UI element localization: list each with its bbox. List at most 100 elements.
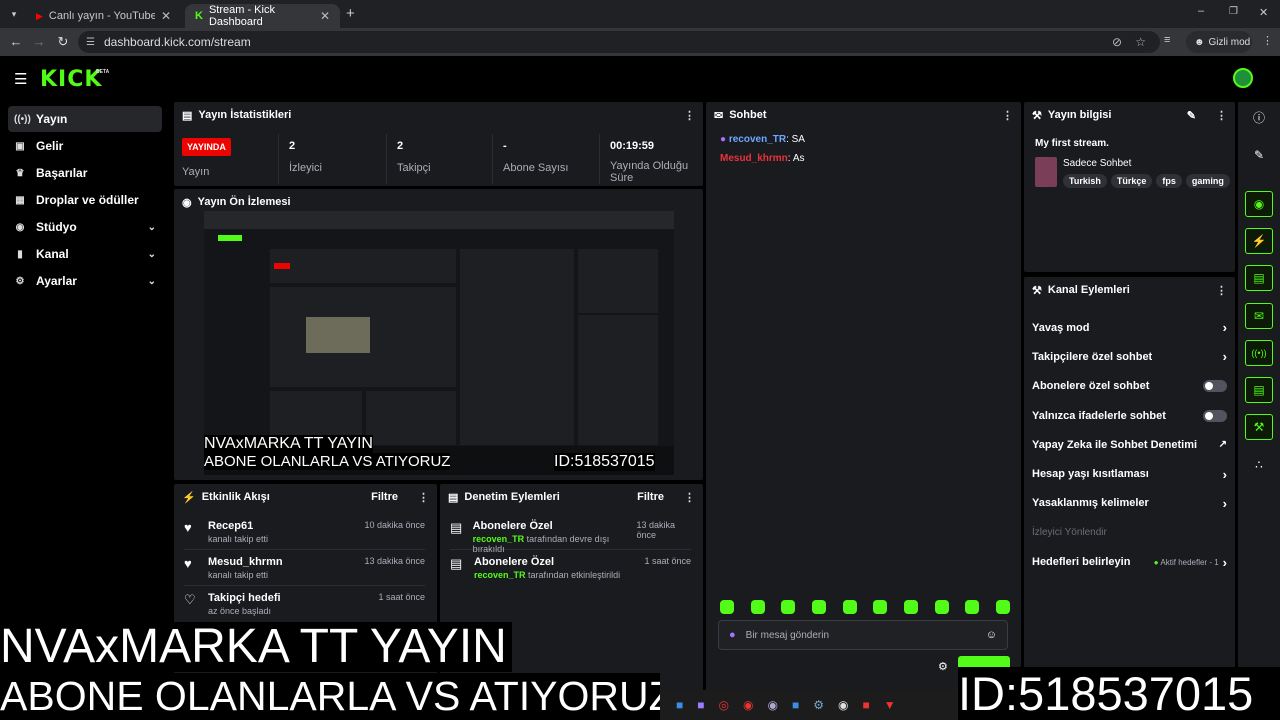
chat-icon[interactable]: ✉ (1245, 303, 1273, 329)
document-icon: ▤ (448, 491, 459, 504)
eye-off-icon[interactable]: ⊘ (1112, 35, 1122, 49)
more-options-icon[interactable]: ⋮ (684, 109, 695, 122)
tag[interactable]: gaming (1185, 174, 1230, 188)
more-options-icon[interactable]: ⋮ (684, 491, 695, 504)
chat-settings-icon[interactable]: ⚙ (938, 660, 948, 673)
chat-icon: ✉ (714, 109, 724, 122)
stat-duration: 00:19:59 Yayında Olduğu Süre (599, 134, 699, 184)
new-tab-button[interactable]: + (346, 5, 355, 22)
emoji-icon[interactable]: ☺ (986, 629, 997, 641)
action-banned-words[interactable]: Yasaklanmış kelimeler › (1024, 489, 1235, 518)
action-label: Yapay Zeka ile Sohbet Denetimi (1032, 438, 1198, 451)
tag[interactable]: Turkish (1063, 174, 1107, 188)
emote-icon[interactable] (995, 600, 1010, 614)
layout-icon[interactable]: ▤ (1245, 377, 1273, 403)
apps-icon[interactable]: ∴ (1245, 452, 1273, 478)
more-options-icon[interactable]: ⋮ (418, 491, 429, 504)
maximize-button[interactable]: ❐ (1229, 6, 1238, 17)
action-slow-mode[interactable]: Yavaş mod › (1024, 313, 1235, 342)
heart-icon: ♥ (184, 556, 192, 571)
tab-search-button[interactable]: ▾ (6, 6, 22, 22)
close-tab-icon[interactable]: ✕ (161, 9, 171, 23)
lightning-icon[interactable]: ⚡ (1245, 228, 1273, 254)
tab-list-icon[interactable]: ≡ (1164, 34, 1170, 46)
emote-icon[interactable] (903, 600, 918, 614)
edit-icon[interactable]: ✎ (1245, 142, 1273, 168)
filter-button[interactable]: Filtre (637, 491, 664, 503)
tag[interactable]: fps (1156, 174, 1182, 188)
close-tab-icon[interactable]: ✕ (320, 9, 330, 23)
settings-icon[interactable]: ⚙ (813, 698, 824, 712)
app-header: ☰ KICK BETA (0, 56, 1280, 102)
emote-icon[interactable] (811, 600, 826, 614)
sidebar-item-studyo[interactable]: ◉ Stüdyo ⌄ (8, 214, 162, 240)
back-button[interactable]: ← (8, 34, 24, 50)
sidebar-item-ayarlar[interactable]: ⚙ Ayarlar ⌄ (8, 268, 162, 294)
action-ai-moderation[interactable]: Yapay Zeka ile Sohbet Denetimi ↗ (1024, 430, 1235, 459)
sidebar-item-kanal[interactable]: ▮ Kanal ⌄ (8, 241, 162, 267)
action-followers-only[interactable]: Takipçilere özel sohbet › (1024, 342, 1235, 371)
app-icon[interactable]: ■ (697, 698, 704, 712)
browser-toolbar: ← → ↻ ☰ dashboard.kick.com/stream ⊘ ☆ ≡ … (0, 28, 1280, 56)
reload-button[interactable]: ↻ (55, 34, 71, 50)
incognito-indicator[interactable]: ☻ Gizli mod (1186, 31, 1252, 53)
steam-icon[interactable]: ◉ (767, 698, 777, 712)
emote-icon[interactable] (842, 600, 857, 614)
action-account-age[interactable]: Hesap yaşı kısıtlaması › (1024, 459, 1235, 488)
chat-username[interactable]: recoven_TR (729, 134, 786, 145)
info-icon[interactable]: ⓘ (1245, 104, 1273, 130)
sidebar-item-yayin[interactable]: ((•)) Yayın (8, 106, 162, 132)
address-bar[interactable]: ☰ dashboard.kick.com/stream ⊘ ☆ (78, 31, 1160, 53)
filter-button[interactable]: Filtre (371, 491, 398, 503)
stream-preview-video[interactable]: NVAxMARKA TT YAYIN ABONE OLANLARLA VS AT… (204, 211, 674, 475)
tab-youtube-studio[interactable]: ▶ Canlı yayın - YouTube Stüdyosu ✕ (26, 4, 181, 28)
more-options-icon[interactable]: ⋮ (1216, 284, 1227, 297)
kick-logo[interactable]: KICK (40, 67, 102, 92)
chat-input[interactable]: ● Bir mesaj gönderin ☺ (718, 620, 1008, 650)
obs-icon[interactable]: ◉ (838, 698, 848, 712)
moderation-sub: recoven_TR tarafından etkinleştirildi (474, 570, 620, 580)
preview-icon: ◉ (182, 196, 192, 209)
subscribers-only-toggle[interactable] (1203, 380, 1227, 393)
game-icon[interactable]: ◉ (743, 698, 753, 712)
moderator-name[interactable]: recoven_TR (473, 534, 525, 544)
wifi-icon[interactable]: ◎ (719, 698, 729, 712)
stat-subs: - Abone Sayısı (492, 134, 598, 184)
outlook-icon[interactable]: ■ (676, 698, 683, 712)
emote-icon[interactable] (720, 600, 734, 614)
emotes-only-toggle[interactable] (1203, 409, 1227, 422)
edit-icon[interactable]: ✎ (1187, 109, 1196, 122)
emote-icon[interactable] (873, 600, 888, 614)
browser-menu-icon[interactable]: ⋮ (1262, 34, 1273, 47)
emote-icon[interactable] (965, 600, 980, 614)
close-window-button[interactable]: ✕ (1259, 6, 1268, 19)
document-icon[interactable]: ▤ (1245, 265, 1273, 291)
record-icon[interactable]: ■ (862, 698, 869, 712)
forward-button[interactable]: → (31, 34, 47, 50)
action-set-goals[interactable]: Hedefleri belirleyin ● Aktif hedefler - … (1024, 547, 1235, 576)
vpn-icon[interactable]: ▼ (884, 698, 896, 712)
tab-kick-dashboard[interactable]: K Stream - Kick Dashboard ✕ (185, 4, 340, 28)
camera-icon[interactable]: ◉ (1245, 191, 1273, 217)
minimize-button[interactable]: – (1198, 5, 1204, 17)
hamburger-menu-icon[interactable]: ☰ (14, 70, 27, 88)
emote-icon[interactable] (781, 600, 796, 614)
event-sub: kanalı takip etti (208, 534, 269, 544)
emote-icon[interactable] (934, 600, 949, 614)
sidebar-item-gelir[interactable]: ▣ Gelir (8, 133, 162, 159)
chat-username[interactable]: Mesud_khrmn (720, 153, 788, 164)
wrench-icon[interactable]: ⚒ (1245, 414, 1273, 440)
more-options-icon[interactable]: ⋮ (1002, 109, 1013, 122)
moderator-name[interactable]: recoven_TR (474, 570, 526, 580)
sidebar-item-basarilar[interactable]: ♛ Başarılar (8, 160, 162, 186)
broadcast-icon[interactable]: ((•)) (1245, 340, 1273, 366)
sidebar-item-droplar[interactable]: ▦ Droplar ve ödüller (8, 187, 162, 213)
bookmark-star-icon[interactable]: ☆ (1135, 35, 1146, 49)
folder-icon[interactable]: ■ (792, 698, 799, 712)
emote-icon[interactable] (750, 600, 765, 614)
tag[interactable]: Türkçe (1110, 174, 1153, 188)
user-avatar[interactable] (1233, 68, 1253, 88)
more-options-icon[interactable]: ⋮ (1216, 109, 1227, 122)
event-list: ♥ Recep61 kanalı takip etti 10 dakika ön… (174, 510, 437, 622)
site-info-icon[interactable]: ☰ (86, 37, 95, 48)
